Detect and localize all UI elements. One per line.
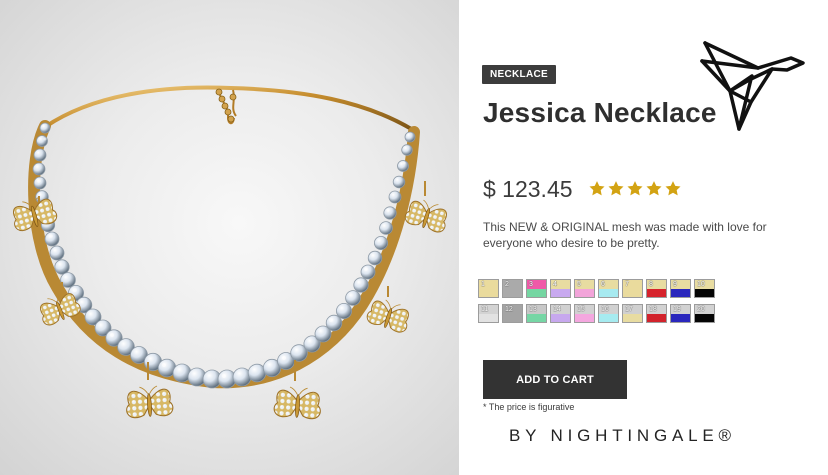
color-swatch[interactable]: 16 xyxy=(598,304,619,323)
necklace-image xyxy=(8,85,452,420)
category-badge: NECKLACE xyxy=(482,65,556,84)
swatch-color xyxy=(551,313,570,322)
swatch-color xyxy=(623,288,642,297)
swatch-color xyxy=(695,313,714,322)
swatch-number: 1 xyxy=(481,281,485,288)
swatch-color xyxy=(647,313,666,322)
star-icon xyxy=(665,181,681,196)
swatch-color xyxy=(551,288,570,297)
swatch-color xyxy=(647,288,666,297)
swatch-color xyxy=(479,313,498,322)
color-swatch[interactable]: 12 xyxy=(502,304,523,323)
swatch-color xyxy=(671,313,690,322)
color-swatch[interactable]: 18 xyxy=(646,304,667,323)
add-to-cart-button[interactable]: ADD TO CART xyxy=(483,360,627,399)
swatch-color xyxy=(479,288,498,297)
swatch-color xyxy=(695,288,714,297)
swatch-number: 4 xyxy=(553,281,557,288)
swatch-number: 15 xyxy=(577,306,585,313)
product-image xyxy=(0,0,459,475)
color-swatch[interactable]: 2 xyxy=(502,279,523,298)
color-swatch[interactable]: 19 xyxy=(670,304,691,323)
swatch-number: 3 xyxy=(529,281,533,288)
color-swatch[interactable]: 5 xyxy=(574,279,595,298)
star-icon xyxy=(589,181,605,196)
swatch-number: 2 xyxy=(505,281,509,288)
product-details: NECKLACE Jessica Necklace $ 123.45 This … xyxy=(459,0,828,475)
color-swatches: 1 2 3 4 5 6 7 8 9 10 11 12 13 14 15 16 1… xyxy=(478,279,724,323)
color-swatch[interactable]: 14 xyxy=(550,304,571,323)
color-swatch[interactable]: 17 xyxy=(622,304,643,323)
swatch-color xyxy=(503,313,522,322)
color-swatch[interactable]: 6 xyxy=(598,279,619,298)
swatch-color xyxy=(503,288,522,297)
swatch-color xyxy=(527,313,546,322)
swatch-color xyxy=(599,313,618,322)
product-price: $ 123.45 xyxy=(483,176,573,202)
swatch-number: 18 xyxy=(649,306,657,313)
color-swatch[interactable]: 20 xyxy=(694,304,715,323)
swatch-number: 12 xyxy=(505,306,513,313)
swatch-color xyxy=(527,288,546,297)
swatch-number: 8 xyxy=(649,281,653,288)
swatch-color xyxy=(575,313,594,322)
swatch-number: 10 xyxy=(697,281,705,288)
color-swatch[interactable]: 7 xyxy=(622,279,643,298)
swatch-number: 16 xyxy=(601,306,609,313)
color-swatch[interactable]: 9 xyxy=(670,279,691,298)
color-swatch[interactable]: 3 xyxy=(526,279,547,298)
swatch-number: 17 xyxy=(625,306,633,313)
color-swatch[interactable]: 8 xyxy=(646,279,667,298)
swatch-color xyxy=(671,288,690,297)
star-icon xyxy=(646,181,662,196)
color-swatch[interactable]: 13 xyxy=(526,304,547,323)
swatch-number: 6 xyxy=(601,281,605,288)
color-swatch[interactable]: 15 xyxy=(574,304,595,323)
swatch-color xyxy=(599,288,618,297)
swatch-number: 9 xyxy=(673,281,677,288)
product-description: This NEW & ORIGINAL mesh was made with l… xyxy=(483,220,767,250)
star-icon xyxy=(608,181,624,196)
swatch-number: 14 xyxy=(553,306,561,313)
price-note: * The price is figurative xyxy=(483,402,575,412)
swatch-number: 7 xyxy=(625,281,629,288)
swatch-number: 5 xyxy=(577,281,581,288)
brand-name: BY NIGHTINGALE® xyxy=(509,426,736,445)
color-swatch[interactable]: 10 xyxy=(694,279,715,298)
swatch-number: 13 xyxy=(529,306,537,313)
star-icon xyxy=(627,181,643,196)
product-title: Jessica Necklace xyxy=(483,97,717,128)
swatch-number: 19 xyxy=(673,306,681,313)
star-rating xyxy=(588,180,682,197)
color-swatch[interactable]: 11 xyxy=(478,304,499,323)
color-swatch[interactable]: 1 xyxy=(478,279,499,298)
swatch-color xyxy=(623,313,642,322)
color-swatch[interactable]: 4 xyxy=(550,279,571,298)
swatch-number: 20 xyxy=(697,306,705,313)
swatch-number: 11 xyxy=(481,306,489,313)
swatch-color xyxy=(575,288,594,297)
product-page: NECKLACE Jessica Necklace $ 123.45 This … xyxy=(0,0,828,475)
